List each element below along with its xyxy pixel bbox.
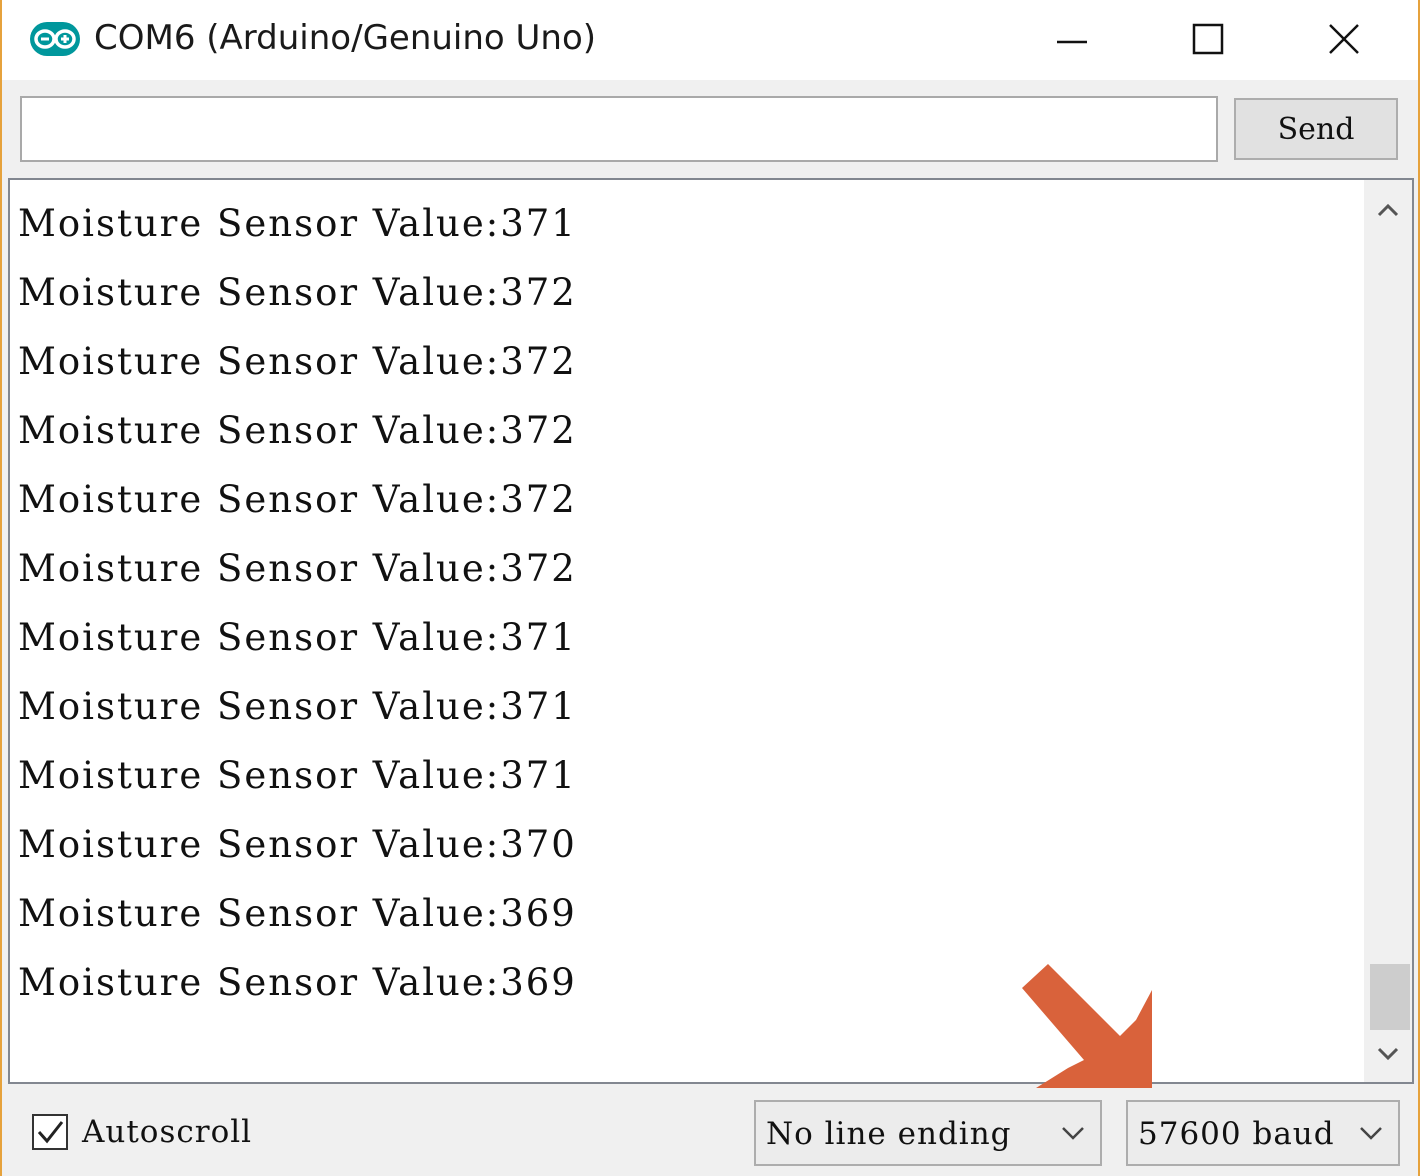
arduino-logo-icon (30, 22, 80, 56)
chevron-down-icon (1360, 1127, 1382, 1140)
send-row: Send (2, 80, 1418, 178)
close-button[interactable] (1278, 0, 1410, 78)
maximize-button[interactable] (1142, 0, 1274, 78)
serial-monitor-window: COM6 (Arduino/Genuino Uno) Send Moisture… (0, 0, 1420, 1176)
output-lines: Moisture Sensor Value:371 Moisture Sensor… (18, 192, 577, 1020)
chevron-down-icon (1062, 1127, 1084, 1140)
maximize-icon (1192, 23, 1224, 55)
output-line: Moisture Sensor Value:372 (18, 547, 577, 590)
output-line: Moisture Sensor Value:369 (18, 961, 577, 1004)
chevron-down-icon (1377, 1047, 1399, 1061)
send-button[interactable]: Send (1234, 98, 1398, 160)
checkmark-icon (37, 1121, 64, 1144)
output-line: Moisture Sensor Value:369 (18, 892, 577, 935)
output-line: Moisture Sensor Value:371 (18, 202, 577, 245)
output-line: Moisture Sensor Value:370 (18, 823, 577, 866)
output-line: Moisture Sensor Value:372 (18, 409, 577, 452)
pointer-arrow-icon (1022, 964, 1152, 1088)
scroll-up-button[interactable] (1364, 186, 1412, 234)
autoscroll-label[interactable]: Autoscroll (82, 1114, 252, 1150)
chevron-up-icon (1377, 203, 1399, 217)
output-line: Moisture Sensor Value:372 (18, 340, 577, 383)
output-line: Moisture Sensor Value:372 (18, 271, 577, 314)
serial-send-input[interactable] (20, 96, 1218, 162)
minimize-icon (1057, 40, 1087, 44)
window-title: COM6 (Arduino/Genuino Uno) (94, 18, 597, 58)
minimize-button[interactable] (1006, 0, 1138, 78)
autoscroll-checkbox[interactable] (32, 1114, 68, 1150)
baud-rate-select[interactable]: 57600 baud (1126, 1100, 1400, 1166)
vertical-scrollbar[interactable] (1364, 180, 1412, 1082)
scroll-down-button[interactable] (1364, 1030, 1412, 1078)
output-line: Moisture Sensor Value:371 (18, 616, 577, 659)
output-line: Moisture Sensor Value:371 (18, 685, 577, 728)
close-icon (1329, 24, 1359, 54)
serial-output-area[interactable]: Moisture Sensor Value:371 Moisture Sensor… (8, 178, 1414, 1084)
line-ending-value: No line ending (766, 1116, 1012, 1152)
title-bar: COM6 (Arduino/Genuino Uno) (2, 0, 1418, 80)
output-line: Moisture Sensor Value:372 (18, 478, 577, 521)
bottom-bar: Autoscroll No line ending 57600 baud (2, 1086, 1418, 1176)
output-line: Moisture Sensor Value:371 (18, 754, 577, 797)
baud-rate-value: 57600 baud (1138, 1116, 1335, 1152)
line-ending-select[interactable]: No line ending (754, 1100, 1102, 1166)
scrollbar-thumb[interactable] (1370, 964, 1410, 1030)
